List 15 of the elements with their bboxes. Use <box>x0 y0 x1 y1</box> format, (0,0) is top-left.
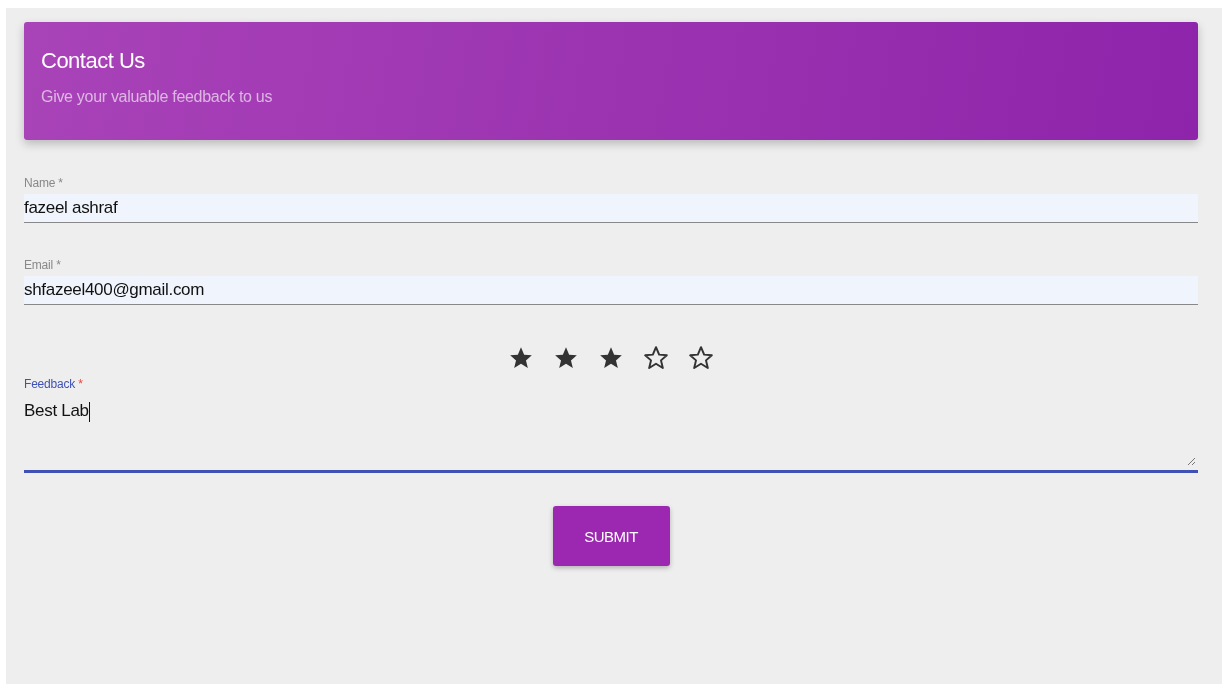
star-icon[interactable] <box>598 345 624 371</box>
text-input-field[interactable]: shfazeel400@gmail.com <box>24 276 1198 305</box>
header-title: Contact Us <box>41 48 146 74</box>
star-icon[interactable] <box>553 345 579 371</box>
field-label: Feedback * <box>24 377 83 393</box>
field-label: Name * <box>24 176 63 192</box>
field-label: Email * <box>24 258 61 274</box>
star-outline-icon[interactable] <box>688 345 714 371</box>
header-subtitle: Give your valuable feedback to us <box>41 88 274 106</box>
submit-button[interactable]: SUBMIT <box>552 506 670 566</box>
resize-handle-icon[interactable] <box>1187 457 1196 466</box>
feedback-textarea[interactable]: Best Lab <box>24 395 1198 473</box>
text-input-field[interactable]: fazeel ashraf <box>24 194 1198 223</box>
star-outline-icon[interactable] <box>643 345 669 371</box>
star-icon[interactable] <box>508 345 534 371</box>
